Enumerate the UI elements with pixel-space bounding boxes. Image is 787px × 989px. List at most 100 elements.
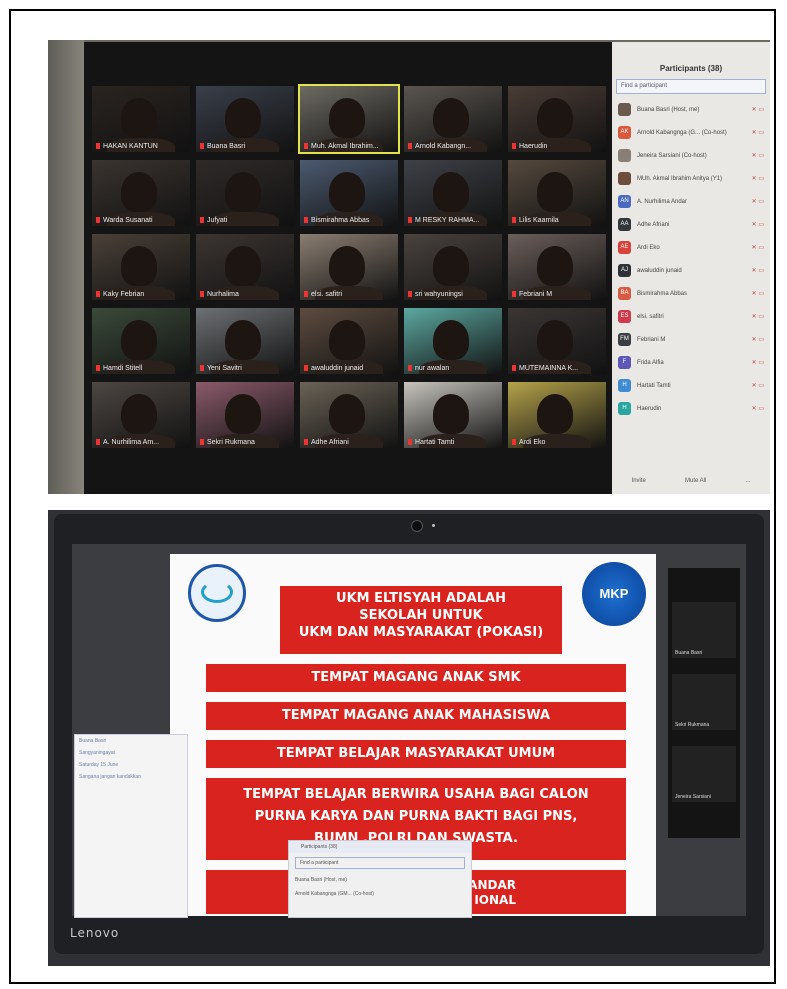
participant-avatar (618, 103, 631, 116)
mute-camera-icon[interactable]: ✕ ▭ (752, 152, 764, 159)
video-tile[interactable]: Nurhalima (196, 234, 294, 300)
participant-video (537, 171, 574, 212)
more-button[interactable]: ... (745, 478, 750, 484)
mute-camera-icon[interactable]: ✕ ▭ (752, 175, 764, 182)
participant-row-name: Arnold Kabangnga (G... (Co-host) (637, 129, 727, 136)
participant-video (329, 393, 366, 434)
video-tile[interactable]: nur awalan (404, 308, 502, 374)
participant-row[interactable]: MUh. Akmal Ibrahim Anitya (Y1) ✕ ▭ (612, 167, 770, 190)
mute-camera-icon[interactable]: ✕ ▭ (752, 405, 764, 412)
video-tile[interactable]: Yeni Savitri (196, 308, 294, 374)
participant-avatar (618, 149, 631, 162)
video-tile[interactable]: Ardi Eko (508, 382, 606, 448)
video-tile[interactable]: Febriani M (508, 234, 606, 300)
mute-camera-icon[interactable]: ✕ ▭ (752, 221, 764, 228)
webcam-icon (411, 520, 423, 532)
participant-row[interactable]: H Haerudin ✕ ▭ (612, 397, 770, 420)
participant-row-name: A. Nurhilima Andar (637, 198, 688, 205)
video-tile[interactable]: M RESKY RAHMA... (404, 160, 502, 226)
participant-row[interactable]: AK Arnold Kabangnga (G... (Co-host) ✕ ▭ (612, 121, 770, 144)
participant-row-name: Haerudin (637, 405, 662, 412)
mini-participant-row[interactable]: Arnold Kabangnga (GM... (Co-host) (289, 887, 471, 901)
video-tile[interactable]: Adhe Afriani (300, 382, 398, 448)
participant-name: Hartati Tamti (408, 439, 454, 446)
strip-video-tile[interactable]: Jeneira Sarsiani (672, 746, 736, 802)
participant-row[interactable]: BA Bismirahma Abbas ✕ ▭ (612, 282, 770, 305)
mute-camera-icon[interactable]: ✕ ▭ (752, 106, 764, 113)
participant-row[interactable]: AN A. Nurhilima Andar ✕ ▭ (612, 190, 770, 213)
video-tile[interactable]: Sekri Rukmana (196, 382, 294, 448)
participant-row[interactable]: AA Adhe Afriani ✕ ▭ (612, 213, 770, 236)
strip-participant-name: Jeneira Sarsiani (675, 794, 711, 800)
strip-video-tile[interactable]: Buana Basri (672, 602, 736, 658)
video-tile[interactable]: Jufyati (196, 160, 294, 226)
participant-video (537, 97, 574, 138)
video-tile[interactable]: Hamdi Stitell (92, 308, 190, 374)
slide-point-2: TEMPAT MAGANG ANAK MAHASISWA (206, 702, 626, 730)
slide-point-1: TEMPAT MAGANG ANAK SMK (206, 664, 626, 692)
participant-row[interactable]: F Frida Alfia ✕ ▭ (612, 351, 770, 374)
video-tile[interactable]: sri wahyuningsi (404, 234, 502, 300)
participant-avatar: AA (618, 218, 631, 231)
mute-camera-icon[interactable]: ✕ ▭ (752, 382, 764, 389)
slide-heading-line-2: SEKOLAH UNTUK (359, 608, 483, 623)
video-tile[interactable]: Muh. Akmal Ibrahim... (298, 84, 400, 154)
mute-camera-icon[interactable]: ✕ ▭ (752, 244, 764, 251)
participants-title: Participants (38) (659, 64, 723, 73)
chat-line: Sangyaningayat (79, 750, 115, 756)
mute-camera-icon[interactable]: ✕ ▭ (752, 359, 764, 366)
video-tile[interactable]: Haerudin (508, 86, 606, 152)
invite-button[interactable]: Invite (632, 478, 646, 484)
participant-video (329, 245, 366, 286)
mute-camera-icon[interactable]: ✕ ▭ (752, 267, 764, 274)
participant-name: Sekri Rukmana (200, 439, 255, 446)
mute-camera-icon[interactable]: ✕ ▭ (752, 129, 764, 136)
mini-participant-row[interactable]: Buana Basri (Host, me) (289, 873, 471, 887)
participant-row[interactable]: Buana Basri (Host, me) ✕ ▭ (612, 98, 770, 121)
video-tile[interactable]: HAKAN KANTUN (92, 86, 190, 152)
mute-camera-icon[interactable]: ✕ ▭ (752, 336, 764, 343)
participant-row-name: MUh. Akmal Ibrahim Anitya (Y1) (637, 175, 723, 182)
video-tile[interactable]: Arnold Kabangn... (404, 86, 502, 152)
video-tile[interactable]: A. Nurhilima Am... (92, 382, 190, 448)
webcam-indicator-icon (432, 524, 435, 527)
slide-point-3: TEMPAT BELAJAR MASYARAKAT UMUM (206, 740, 626, 768)
video-tile[interactable]: Buana Basri (196, 86, 294, 152)
participant-row-name: Febriani M (637, 336, 666, 343)
participant-row-name: Ardi Eko (637, 244, 660, 251)
participant-video (433, 393, 470, 434)
participant-video (433, 97, 470, 138)
participant-row[interactable]: Jeneira Sarsiani (Co-host) ✕ ▭ (612, 144, 770, 167)
participant-name: Jufyati (200, 217, 227, 224)
participant-name: Haerudin (512, 143, 547, 150)
video-tile[interactable]: Kaky Febrian (92, 234, 190, 300)
participant-video (225, 393, 262, 434)
participant-video (121, 245, 158, 286)
strip-video-tile[interactable]: Sekri Rukmana (672, 674, 736, 730)
participant-name: HAKAN KANTUN (96, 143, 158, 150)
chat-line: Sangana jangan kandakkan (79, 774, 141, 780)
participant-row[interactable]: AE Ardi Eko ✕ ▭ (612, 236, 770, 259)
participant-avatar: H (618, 379, 631, 392)
participant-row[interactable]: AJ awaluddin junaid ✕ ▭ (612, 259, 770, 282)
participant-row[interactable]: ES elsi. safitri ✕ ▭ (612, 305, 770, 328)
video-tile[interactable]: Warda Susanati (92, 160, 190, 226)
participant-name: sri wahyuningsi (408, 291, 463, 298)
video-tile[interactable]: MUTEMAINNA K... (508, 308, 606, 374)
participant-search-input[interactable]: Find a participant (616, 79, 766, 94)
video-tile[interactable]: Hartati Tamti (404, 382, 502, 448)
mute-all-button[interactable]: Mute All (685, 478, 706, 484)
video-tile[interactable]: elsi. safitri (300, 234, 398, 300)
participant-row[interactable]: FM Febriani M ✕ ▭ (612, 328, 770, 351)
video-tile[interactable]: Bismirahma Abbas (300, 160, 398, 226)
mini-participant-search[interactable]: Find a participant (295, 857, 465, 869)
mute-camera-icon[interactable]: ✕ ▭ (752, 313, 764, 320)
mute-camera-icon[interactable]: ✕ ▭ (752, 198, 764, 205)
mute-camera-icon[interactable]: ✕ ▭ (752, 290, 764, 297)
participant-video (225, 319, 262, 360)
participant-video (225, 245, 262, 286)
video-tile[interactable]: awaluddin junaid (300, 308, 398, 374)
participant-avatar: AN (618, 195, 631, 208)
participant-row[interactable]: H Hartati Tamti ✕ ▭ (612, 374, 770, 397)
video-tile[interactable]: Lilis Kaarnila (508, 160, 606, 226)
